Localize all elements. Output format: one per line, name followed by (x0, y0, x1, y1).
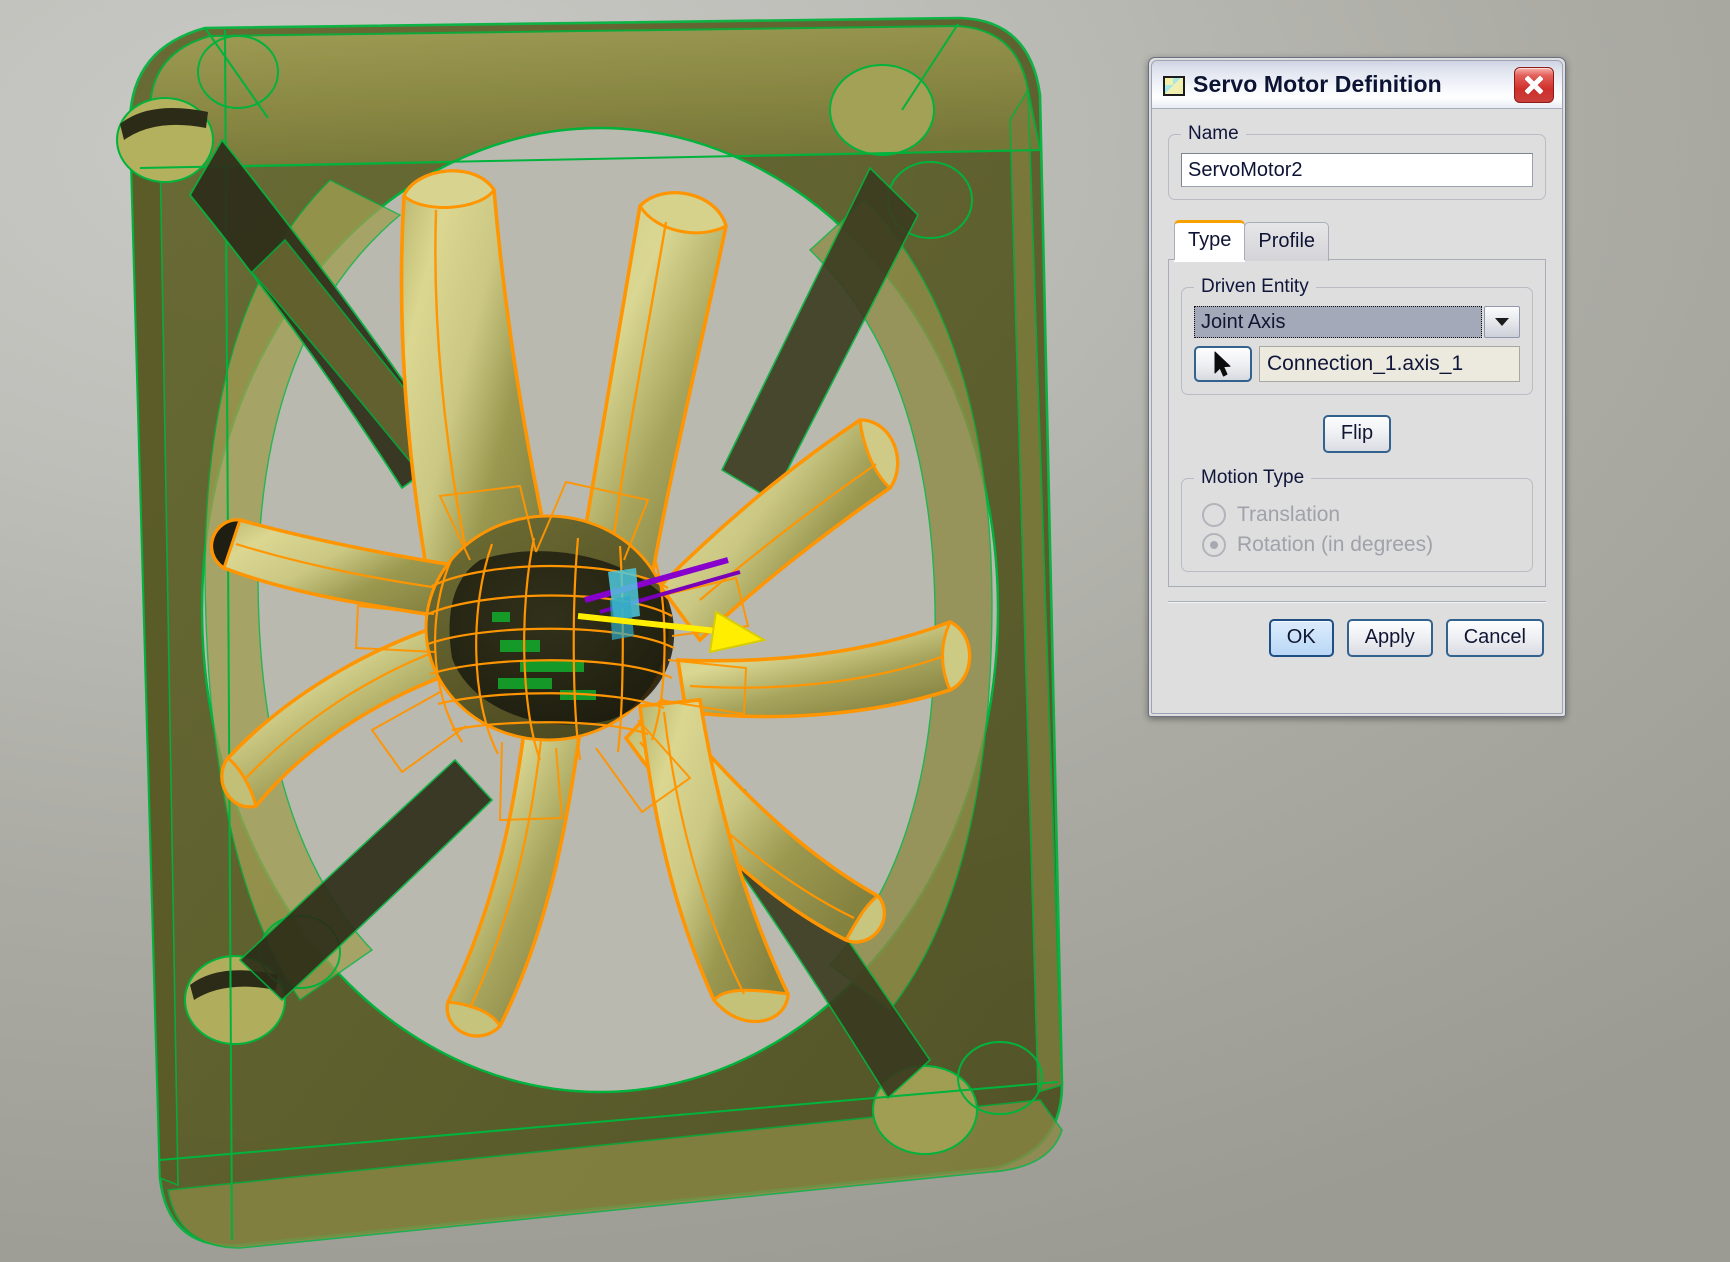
ok-button[interactable]: OK (1268, 619, 1334, 657)
cursor-arrow-glyph (1214, 351, 1231, 377)
radio-translation[interactable]: Translation (1202, 503, 1520, 527)
flip-button-wrap: Flip (1181, 415, 1533, 453)
radio-rotation[interactable]: Rotation (in degrees) (1202, 533, 1520, 557)
name-input[interactable] (1181, 153, 1533, 187)
motion-type-group: Motion Type Translation Rotation (in deg… (1181, 467, 1533, 572)
chevron-down-icon[interactable] (1484, 306, 1520, 338)
driven-entity-legend: Driven Entity (1201, 276, 1309, 297)
document-icon (1162, 75, 1185, 96)
screen-root: Servo Motor Definition Name Type Profile (0, 0, 1730, 1262)
apply-button[interactable]: Apply (1346, 619, 1433, 657)
tab-type[interactable]: Type (1174, 220, 1246, 260)
motion-type-legend: Motion Type (1201, 467, 1305, 488)
dialog-titlebar[interactable]: Servo Motor Definition (1152, 61, 1562, 109)
driven-entity-group: Driven Entity Joint Axis Connection_1.ax… (1181, 276, 1533, 395)
dialog-inner: Servo Motor Definition Name Type Profile (1151, 60, 1563, 714)
name-group-legend: Name (1188, 123, 1239, 144)
cancel-button[interactable]: Cancel (1445, 619, 1544, 657)
name-group: Name (1168, 123, 1546, 200)
dialog-title: Servo Motor Definition (1193, 71, 1442, 97)
mouse-pointer-icon[interactable] (1194, 346, 1252, 382)
tabpanel-type: Driven Entity Joint Axis Connection_1.ax… (1168, 259, 1546, 587)
radio-translation-indicator (1202, 503, 1226, 527)
dialog-button-bar: OK Apply Cancel (1152, 603, 1562, 671)
radio-rotation-label: Rotation (in degrees) (1237, 533, 1434, 556)
tab-profile[interactable]: Profile (1244, 222, 1330, 261)
close-icon[interactable] (1514, 66, 1554, 103)
driven-entity-select[interactable]: Joint Axis (1194, 306, 1482, 338)
driven-entity-value[interactable]: Connection_1.axis_1 (1259, 346, 1520, 382)
driven-entity-combo-row: Joint Axis (1194, 306, 1520, 338)
servo-motor-definition-dialog[interactable]: Servo Motor Definition Name Type Profile (1148, 57, 1566, 717)
dialog-body: Name Type Profile Driven Entity Joint Ax… (1152, 109, 1562, 587)
tabstrip: Type Profile (1168, 220, 1546, 261)
radio-rotation-indicator (1202, 533, 1226, 557)
radio-translation-label: Translation (1237, 503, 1341, 526)
flip-button[interactable]: Flip (1322, 415, 1392, 453)
entity-row: Connection_1.axis_1 (1194, 346, 1520, 382)
